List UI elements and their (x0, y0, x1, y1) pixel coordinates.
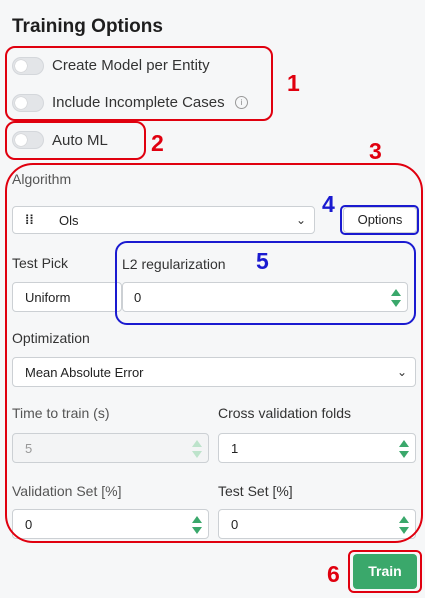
callout-box-2 (5, 121, 146, 160)
callout-number-1: 1 (287, 70, 300, 96)
callout-number-3: 3 (369, 138, 382, 164)
callout-number-5: 5 (256, 248, 269, 274)
callout-number-6: 6 (327, 561, 340, 587)
callout-number-2: 2 (151, 130, 164, 156)
callout-box-6 (348, 550, 422, 593)
callout-box-1 (5, 46, 273, 121)
panel-title: Training Options (12, 16, 163, 37)
callout-number-4: 4 (322, 191, 335, 217)
callout-box-4 (340, 205, 419, 235)
